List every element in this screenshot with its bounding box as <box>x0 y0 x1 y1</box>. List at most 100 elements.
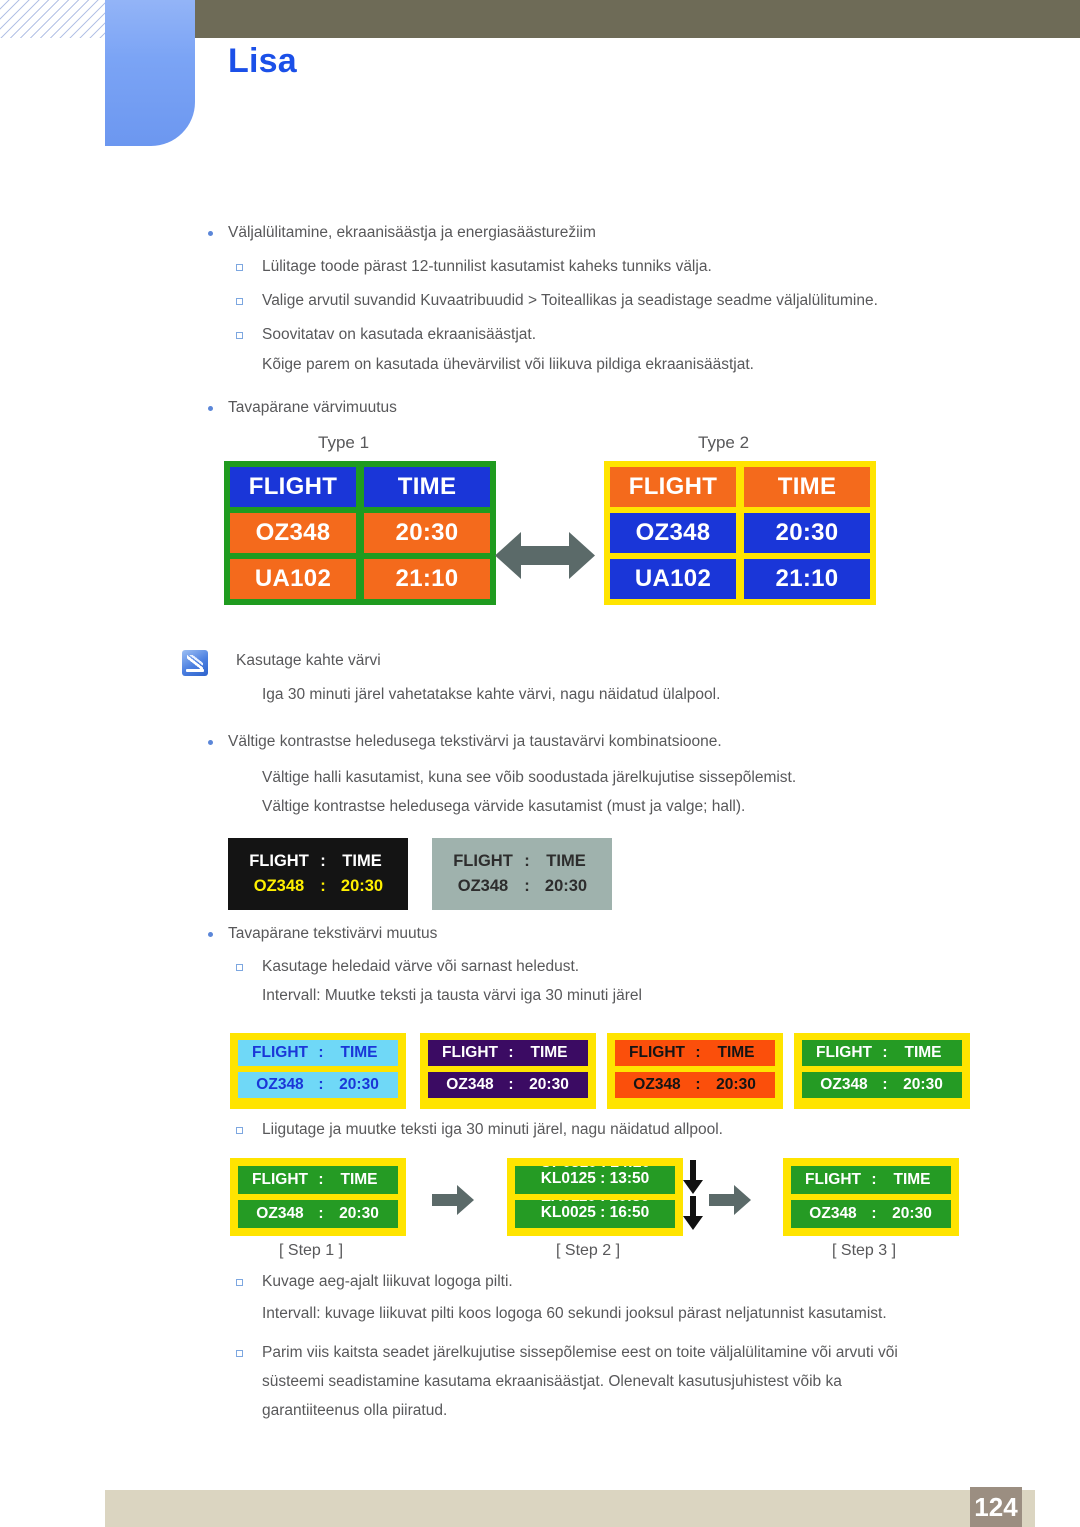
table-header-cell: FLIGHT <box>230 467 356 507</box>
color-box-cell: 20:30 <box>903 1076 943 1093</box>
table-row: FLIGHT TIME <box>230 467 490 507</box>
body-text-line: Vältige kontrastse heledusega tekstivärv… <box>228 733 722 750</box>
table-row: OZ348 20:30 <box>610 513 870 553</box>
contrast-box-cell: : <box>320 852 326 870</box>
color-box-cell: TIME <box>340 1044 378 1061</box>
body-text-line: Liigutage ja muutke teksti iga 30 minuti… <box>262 1121 723 1138</box>
contrast-box-cell: TIME <box>546 852 586 870</box>
page-title: Lisa <box>228 42 297 80</box>
color-box-cell: OZ348 <box>820 1076 868 1093</box>
color-box-cell: 20:30 <box>529 1076 569 1093</box>
text-color-example-box: FLIGHT: TIME OZ348:20:30 <box>794 1033 970 1109</box>
step-box-cell: TIME <box>340 1171 378 1188</box>
contrast-box-cell: TIME <box>342 852 382 870</box>
contrast-example-box: FLIGHT: TIME OZ348:20:30 <box>228 838 408 910</box>
body-text-line: Lülitage toode pärast 12-tunnilist kasut… <box>262 258 712 275</box>
bullet-level1-icon <box>208 406 213 411</box>
contrast-box-row: FLIGHT: TIME <box>450 852 594 871</box>
body-text-line: Soovitatav on kasutada ekraanisäästjat. <box>262 326 537 343</box>
bullet-level2-icon <box>236 964 243 971</box>
color-box-cell: 20:30 <box>339 1076 379 1093</box>
color-box-cell: TIME <box>530 1044 568 1061</box>
step-box-cell: OZ348 <box>256 1205 304 1222</box>
bullet-level2-icon <box>236 264 243 271</box>
table-header-cell: TIME <box>364 467 490 507</box>
color-box-cell: : <box>318 1076 324 1093</box>
contrast-box-cell: : <box>524 877 530 895</box>
table-cell: OZ348 <box>610 513 736 553</box>
step-box-scroll-line: KL0025 : 16:50 <box>540 1204 650 1221</box>
contrast-box-row: FLIGHT: TIME <box>246 852 390 871</box>
color-box-strip: FLIGHT: TIME <box>615 1040 775 1066</box>
color-box-strip: OZ348:20:30 <box>615 1072 775 1098</box>
step-box-strip: FLIGHT: TIME <box>791 1166 951 1194</box>
step1-to-step2-arrow-icon <box>432 1185 474 1215</box>
color-box-cell: OZ348 <box>446 1076 494 1093</box>
flight-info-table: FLIGHT TIME OZ348 20:30 UA102 21:10 <box>224 461 496 605</box>
color-box-cell: : <box>318 1044 324 1061</box>
step2-to-step3-arrow-icon <box>709 1185 751 1215</box>
bullet-level2-icon <box>236 1127 243 1134</box>
text-color-example-box: FLIGHT: TIME OZ348:20:30 <box>420 1033 596 1109</box>
footer-bar <box>105 1490 1035 1527</box>
table-cell: 21:10 <box>364 559 490 599</box>
body-text-line: Tavapärane värvimuutus <box>228 399 397 416</box>
step-label: [ Step 1 ] <box>279 1242 344 1259</box>
footer-page-number: 124 <box>970 1487 1022 1527</box>
step-box-cell: : <box>871 1205 877 1222</box>
step-box: FLIGHT: TIME OZ348:20:30 <box>783 1158 959 1236</box>
step-box-strip: FLIGHT: TIME <box>238 1166 398 1194</box>
note-pencil-icon <box>182 650 208 676</box>
contrast-box-cell: : <box>524 852 530 870</box>
body-text-line: Kasutage heledaid värve või sarnast hele… <box>262 958 580 975</box>
contrast-box-cell: OZ348 <box>457 877 509 895</box>
step-box: OP0310 : 24:20KL0125 : 13:50 EA0110 : 20:… <box>507 1158 683 1236</box>
table-cell: UA102 <box>610 559 736 599</box>
color-box-cell: FLIGHT <box>816 1044 872 1061</box>
body-text-line: Valige arvutil suvandid Kuvaatribuudid >… <box>262 292 878 309</box>
table-row: FLIGHT TIME <box>610 467 870 507</box>
step-box-cell: FLIGHT <box>805 1171 861 1188</box>
step-box-scroll-line: KL0125 : 13:50 <box>540 1170 650 1187</box>
bullet-level1-icon <box>208 932 213 937</box>
body-text-line: Kõige parem on kasutada ühevärvilist või… <box>262 356 754 373</box>
bullet-level1-icon <box>208 740 213 745</box>
body-text-line: Vältige halli kasutamist, kuna see võib … <box>262 769 797 786</box>
step-box-cell: TIME <box>893 1171 931 1188</box>
body-text-line: garantiiteenus olla piiratud. <box>262 1402 448 1419</box>
type-label: Type 1 <box>318 433 370 452</box>
body-text-line: Väljalülitamine, ekraanisäästja ja energ… <box>228 224 596 241</box>
bullet-level2-icon <box>236 298 243 305</box>
step-box-cell: 20:30 <box>339 1205 379 1222</box>
step-box-cell: FLIGHT <box>252 1171 308 1188</box>
body-text-line: Intervall: kuvage liikuvat pilti koos lo… <box>262 1305 887 1322</box>
bullet-level2-icon <box>236 332 243 339</box>
table-row: OZ348 20:30 <box>230 513 490 553</box>
color-box-cell: OZ348 <box>633 1076 681 1093</box>
step-box: FLIGHT: TIME OZ348:20:30 <box>230 1158 406 1236</box>
color-box-strip: OZ348:20:30 <box>238 1072 398 1098</box>
header-blue-tab <box>105 0 195 146</box>
scroll-down-arrow-icon-top <box>683 1160 703 1194</box>
color-box-cell: : <box>882 1044 888 1061</box>
bullet-level1-icon <box>208 231 213 236</box>
color-box-cell: : <box>882 1076 888 1093</box>
scroll-down-arrow-icon-bottom <box>683 1196 703 1230</box>
note-text: Kasutage kahte värvi <box>236 652 381 669</box>
body-text-line: Vältige kontrastse heledusega värvide ka… <box>262 798 746 815</box>
color-box-cell: FLIGHT <box>629 1044 685 1061</box>
contrast-box-cell: 20:30 <box>340 877 384 895</box>
body-text-line: Intervall: Muutke teksti ja tausta värvi… <box>262 987 642 1004</box>
table-row: UA102 21:10 <box>610 559 870 599</box>
table-cell: 20:30 <box>744 513 870 553</box>
text-color-example-box: FLIGHT: TIME OZ348:20:30 <box>607 1033 783 1109</box>
step-label: [ Step 3 ] <box>832 1242 897 1259</box>
table-row: UA102 21:10 <box>230 559 490 599</box>
color-box-strip: FLIGHT: TIME <box>238 1040 398 1066</box>
body-text-line: Parim viis kaitsta seadet järelkujutise … <box>262 1344 898 1361</box>
header-bar <box>193 0 1080 38</box>
table-header-cell: FLIGHT <box>610 467 736 507</box>
color-box-strip: OZ348:20:30 <box>802 1072 962 1098</box>
step-box-strip: OZ348:20:30 <box>238 1200 398 1228</box>
color-box-cell: TIME <box>717 1044 755 1061</box>
